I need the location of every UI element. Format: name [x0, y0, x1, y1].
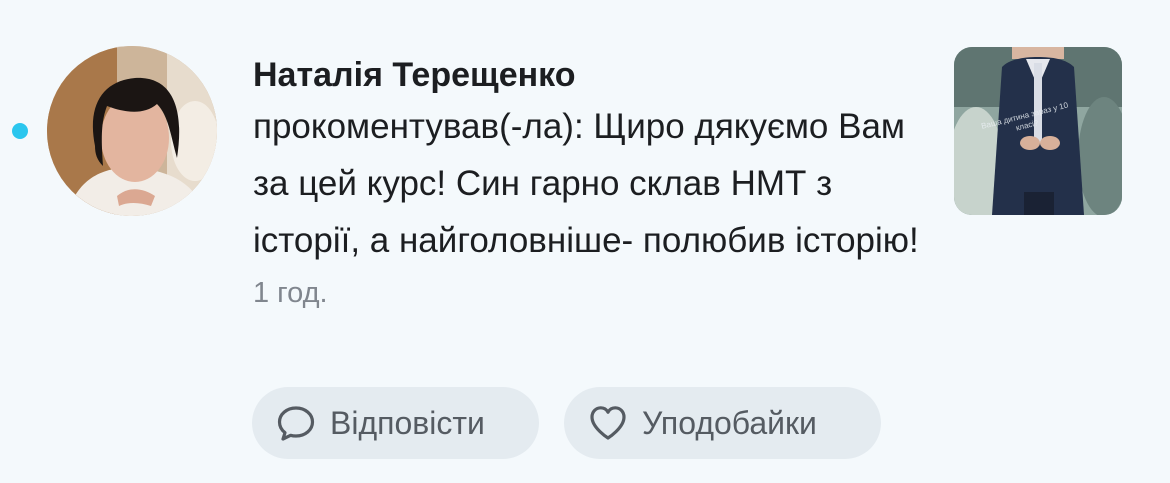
comment-notification[interactable]: Наталія Терещенко прокоментував(-ла): Щи… [0, 0, 1170, 483]
post-thumbnail[interactable]: Ваша дитина зараз у 10 класі? [954, 47, 1122, 215]
avatar-photo [47, 46, 217, 216]
action-bar: Відповісти Уподобайки [252, 387, 881, 459]
heart-icon [588, 403, 628, 443]
reply-button[interactable]: Відповісти [252, 387, 539, 459]
speech-bubble-icon [276, 403, 316, 443]
notification-body: Наталія Терещенко прокоментував(-ла): Щи… [253, 52, 933, 313]
like-button[interactable]: Уподобайки [564, 387, 881, 459]
timestamp: 1 год. [253, 277, 328, 309]
reply-label: Відповісти [330, 404, 485, 441]
avatar[interactable] [47, 46, 217, 216]
comment-text: прокоментував(-ла): Щиро дякуємо Вам за … [253, 107, 919, 260]
like-label: Уподобайки [642, 404, 817, 441]
unread-indicator [12, 123, 28, 139]
author-name[interactable]: Наталія Терещенко [253, 52, 933, 98]
